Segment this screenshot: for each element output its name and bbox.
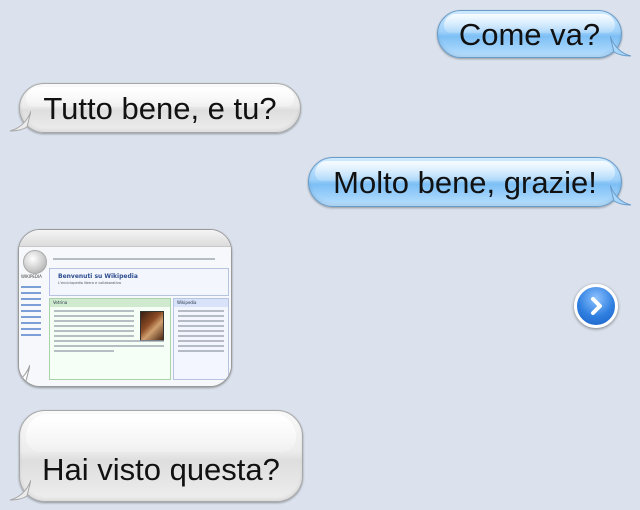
sent-message-bubble[interactable]: Molto bene, grazie!: [308, 157, 632, 207]
message-text: Hai visto questa?: [42, 452, 280, 487]
wikipedia-logo-icon: [23, 250, 47, 274]
bubble-tail: [610, 184, 632, 206]
wiki-about-box: Wikipedia: [173, 298, 229, 380]
message-text: Come va?: [458, 16, 601, 52]
bubble-tail: [9, 479, 31, 501]
browser-toolbar: [19, 230, 231, 247]
wiki-welcome-box: Benvenuti su Wikipedia L'enciclopedia li…: [49, 268, 229, 296]
bubble-tail: [9, 110, 31, 132]
message-thread: Come va? Tutto bene, e tu? Molto bene, g…: [0, 0, 640, 510]
sent-message-bubble[interactable]: Come va?: [437, 10, 632, 58]
wiki-notice: [49, 255, 219, 265]
bubble-tail: [19, 364, 30, 385]
chevron-right-icon[interactable]: [574, 284, 618, 328]
wiki-welcome-title: Benvenuti su Wikipedia: [58, 273, 138, 280]
message-text: Tutto bene, e tu?: [43, 90, 277, 126]
chevron-glyph: [591, 297, 602, 315]
wiki-sidebar: [21, 282, 45, 340]
wikipedia-logo-text: WIKIPEDIA: [21, 274, 42, 279]
wiki-featured-box: Vetrina: [49, 298, 171, 380]
bubble-tail: [610, 35, 632, 57]
message-text: Molto bene, grazie!: [333, 164, 597, 200]
wiki-welcome-subtitle: L'enciclopedia libera e collaborativa: [58, 281, 121, 285]
wiki-about-title: Wikipedia: [174, 299, 228, 307]
received-message-bubble[interactable]: Tutto bene, e tu?: [9, 83, 301, 133]
received-message-bubble[interactable]: Hai visto questa?: [9, 410, 303, 502]
painting-thumbnail: [140, 311, 164, 341]
image-message-bubble[interactable]: WIKIPEDIA Benvenuti su Wikipedia L'encic…: [18, 229, 232, 387]
wiki-featured-title: Vetrina: [50, 299, 170, 307]
wikipedia-screenshot-thumbnail: WIKIPEDIA Benvenuti su Wikipedia L'encic…: [19, 230, 231, 386]
